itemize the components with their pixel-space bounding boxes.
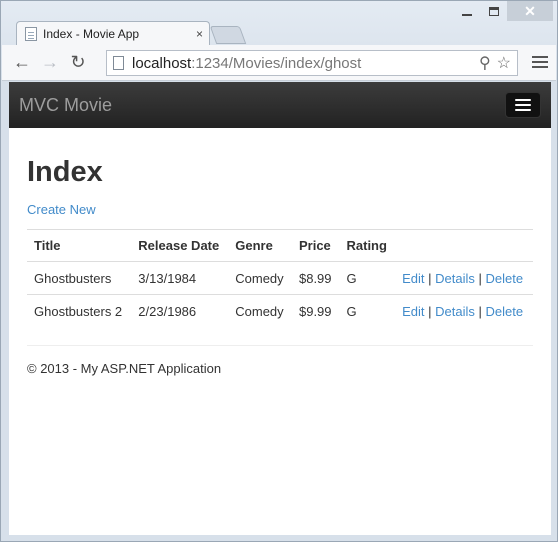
hamburger-bar-icon: [515, 104, 531, 106]
brand-link[interactable]: MVC Movie: [19, 95, 112, 116]
address-bar[interactable]: localhost:1234/Movies/index/ghost ⚲ ☆: [106, 50, 518, 76]
page-title: Index: [27, 156, 103, 188]
search-icon[interactable]: ⚲: [479, 53, 491, 73]
main-content: Index Create New Title Release Date Genr…: [9, 156, 551, 376]
bookmark-star-icon[interactable]: ☆: [497, 53, 511, 73]
page-viewport: MVC Movie Index Create New Title Release…: [9, 82, 551, 535]
new-tab-button[interactable]: [209, 26, 247, 44]
url-path: :1234/Movies/index/ghost: [191, 54, 362, 72]
maximize-button[interactable]: [480, 1, 507, 21]
cell-genre: Comedy: [228, 261, 292, 295]
hamburger-bar-icon: [515, 99, 531, 101]
page-favicon-icon: [25, 27, 37, 41]
separator: |: [428, 303, 432, 319]
app-navbar: MVC Movie: [9, 82, 551, 128]
delete-link[interactable]: Delete: [486, 271, 524, 286]
column-header-release-date: Release Date: [131, 229, 229, 262]
table-row: Ghostbusters 3/13/1984 Comedy $8.99 G Ed…: [27, 261, 533, 295]
hamburger-bar-icon: [515, 109, 531, 111]
cell-genre: Comedy: [228, 294, 292, 328]
column-header-rating: Rating: [339, 229, 396, 262]
table-row: Ghostbusters 2 2/23/1986 Comedy $9.99 G …: [27, 294, 533, 328]
column-header-price: Price: [291, 229, 340, 262]
delete-link[interactable]: Delete: [486, 304, 524, 319]
browser-window: ✕ Index - Movie App × ← → ↻ localhost:12…: [0, 0, 558, 542]
reload-icon: ↻: [70, 52, 86, 72]
column-header-title: Title: [27, 229, 132, 262]
menu-bar-icon: [532, 61, 548, 63]
page-icon: [113, 56, 124, 70]
browser-menu-button[interactable]: [532, 53, 548, 71]
cell-release-date: 3/13/1984: [131, 261, 229, 295]
footer-divider: [27, 344, 533, 346]
column-header-actions: [395, 229, 533, 262]
edit-link[interactable]: Edit: [402, 271, 424, 286]
minimize-icon: [461, 14, 472, 16]
separator: |: [428, 270, 432, 286]
separator: |: [478, 303, 482, 319]
cell-actions: Edit | Details | Delete: [395, 294, 533, 328]
url-host: localhost: [132, 54, 192, 72]
create-new-link[interactable]: Create New: [27, 202, 96, 217]
back-button[interactable]: ←: [8, 49, 36, 77]
cell-actions: Edit | Details | Delete: [395, 261, 533, 295]
table-header-row: Title Release Date Genre Price Rating: [27, 229, 533, 262]
cell-price: $9.99: [291, 294, 340, 328]
forward-arrow-icon: →: [41, 52, 59, 72]
navbar-toggle-button[interactable]: [505, 92, 541, 118]
reload-button[interactable]: ↻: [64, 49, 92, 77]
close-window-button[interactable]: ✕: [507, 1, 553, 21]
footer-text: © 2013 - My ASP.NET Application: [27, 360, 222, 376]
cell-release-date: 2/23/1986: [131, 294, 229, 328]
edit-link[interactable]: Edit: [402, 304, 424, 319]
cell-rating: G: [339, 261, 396, 295]
separator: |: [478, 270, 482, 286]
menu-bar-icon: [532, 56, 548, 58]
cell-title: Ghostbusters: [27, 261, 132, 295]
back-arrow-icon: ←: [13, 52, 31, 72]
maximize-icon: [488, 6, 499, 16]
browser-toolbar: ← → ↻ localhost:1234/Movies/index/ghost …: [2, 45, 556, 81]
details-link[interactable]: Details: [435, 304, 475, 319]
tab-title: Index - Movie App: [43, 27, 140, 41]
close-icon: ✕: [524, 2, 536, 19]
cell-title: Ghostbusters 2: [27, 294, 132, 328]
minimize-button[interactable]: [453, 1, 480, 21]
browser-tab[interactable]: Index - Movie App ×: [16, 21, 210, 46]
cell-price: $8.99: [291, 261, 340, 295]
window-controls: ✕: [453, 1, 553, 21]
menu-bar-icon: [532, 66, 548, 68]
column-header-genre: Genre: [228, 229, 292, 262]
movies-table: Title Release Date Genre Price Rating Gh…: [27, 229, 533, 328]
forward-button[interactable]: →: [36, 49, 64, 77]
tab-close-icon[interactable]: ×: [196, 27, 203, 41]
details-link[interactable]: Details: [435, 271, 475, 286]
cell-rating: G: [339, 294, 396, 328]
